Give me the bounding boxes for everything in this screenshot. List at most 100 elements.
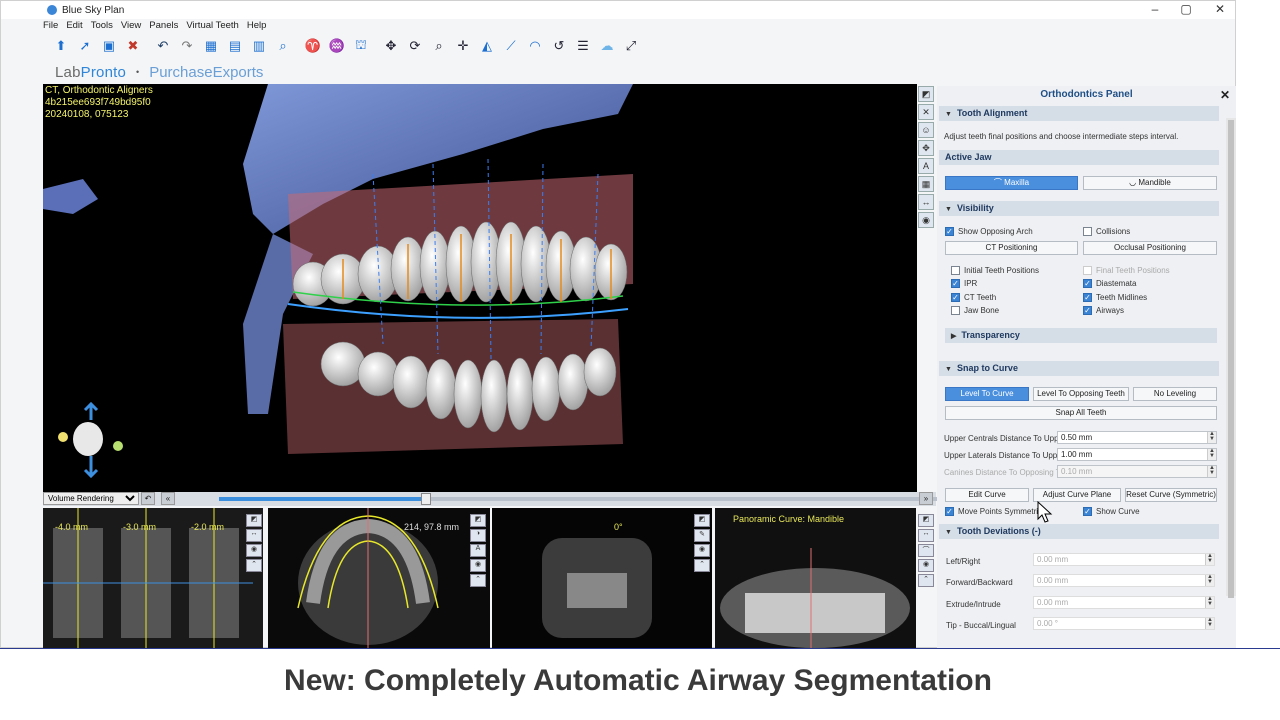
adjust-curve-plane-button[interactable]: Adjust Curve Plane — [1033, 488, 1121, 502]
slider-prev-icon[interactable]: « — [161, 492, 175, 505]
minimize-button[interactable]: – — [1143, 2, 1167, 16]
axial-pane[interactable]: 214, 97.8 mm ◩ ◑ A ◉ ⌃ — [268, 508, 490, 648]
rotate-icon[interactable]: ⟳ — [405, 36, 425, 56]
pano-curve-icon[interactable]: ⌒ — [918, 544, 934, 557]
labpronto-link[interactable]: LabPronto — [55, 64, 126, 81]
menu-help[interactable]: Help — [247, 20, 267, 33]
panel-scrollbar[interactable] — [1226, 118, 1236, 598]
camera-icon[interactable]: ◉ — [918, 212, 934, 228]
teeth-midlines-checkbox[interactable]: ✓ Teeth Midlines — [1083, 293, 1147, 302]
coronal-pen-icon[interactable]: ✎ — [694, 529, 710, 542]
panoramic-pane[interactable]: Panoramic Curve: Mandible — [715, 508, 916, 648]
show-opposing-arch-checkbox[interactable]: ✓ Show Opposing Arch — [945, 227, 1033, 236]
deviation-field[interactable]: 0.00 ° ▲ ▼ — [1033, 617, 1215, 630]
final-teeth-positions-checkbox[interactable]: Final Teeth Positions — [1083, 266, 1170, 275]
axial-mode-icon[interactable]: ◩ — [470, 514, 486, 527]
menu-virtual-teeth[interactable]: Virtual Teeth — [186, 20, 238, 33]
pano-camera-icon[interactable]: ◉ — [918, 559, 934, 572]
move-crosshair-icon[interactable]: ✥ — [381, 36, 401, 56]
layout-icon[interactable]: ▦ — [201, 36, 221, 56]
occlusal-positioning-button[interactable]: Occlusal Positioning — [1083, 241, 1217, 255]
tooth-lock-icon[interactable]: ⛫ — [351, 36, 371, 56]
fullscreen-icon[interactable]: ⤢ — [621, 36, 641, 56]
tooth-icon[interactable]: ♈ — [303, 36, 323, 56]
menu-edit[interactable]: Edit — [66, 20, 82, 33]
slice-slider[interactable] — [219, 493, 959, 505]
pane-mode-icon[interactable]: ◩ — [246, 514, 262, 527]
pan-icon[interactable]: ✛ — [453, 36, 473, 56]
measure-icon[interactable]: ⟋ — [501, 36, 521, 56]
reset-curve-button[interactable]: Reset Curve (Symmetric) — [1125, 488, 1217, 502]
section-transparency[interactable]: ▶ Transparency — [945, 328, 1217, 343]
section-tooth-alignment[interactable]: ▼ Tooth Alignment — [939, 106, 1219, 121]
section-tooth-deviations[interactable]: ▼ Tooth Deviations (-) — [939, 524, 1219, 539]
axial-contrast-icon[interactable]: ◑ — [470, 529, 486, 542]
reset-view-icon[interactable]: ↺ — [549, 36, 569, 56]
diastemata-checkbox[interactable]: ✓ Diastemata — [1083, 279, 1136, 288]
clip-icon[interactable]: ✕ — [918, 104, 934, 120]
annotation-icon[interactable]: A — [918, 158, 934, 174]
render-mode-select[interactable]: Volume Rendering — [43, 492, 139, 505]
ipr-checkbox[interactable]: ✓ IPR — [951, 279, 977, 288]
no-leveling-button[interactable]: No Leveling — [1133, 387, 1217, 401]
close-window-button[interactable]: ✕ — [1208, 2, 1232, 16]
coronal-camera-icon[interactable]: ◉ — [694, 544, 710, 557]
pano-mode-icon[interactable]: ◩ — [918, 514, 934, 527]
canines-field[interactable]: 0.10 mm ▲ ▼ — [1057, 465, 1217, 478]
level-to-opposing-teeth-button[interactable]: Level To Opposing Teeth — [1033, 387, 1129, 401]
angle-icon[interactable]: ◠ — [525, 36, 545, 56]
close-case-icon[interactable]: ✖ — [123, 36, 143, 56]
ruler-icon[interactable]: ▥ — [249, 36, 269, 56]
import-icon[interactable]: ⬆ — [51, 36, 71, 56]
undo-icon[interactable]: ↶ — [153, 36, 173, 56]
menu-view[interactable]: View — [121, 20, 141, 33]
coronal-mode-icon[interactable]: ◩ — [694, 514, 710, 527]
upper-laterals-field[interactable]: 1.00 mm ▲ ▼ — [1057, 448, 1217, 461]
maxilla-button[interactable]: ⌒ Maxilla — [945, 176, 1078, 190]
deviation-field[interactable]: 0.00 mm ▲ ▼ — [1033, 596, 1215, 609]
initial-teeth-positions-checkbox[interactable]: Initial Teeth Positions — [951, 266, 1039, 275]
pane-measure-icon[interactable]: ↔ — [246, 529, 262, 542]
view-mode-icon[interactable]: ◩ — [918, 86, 934, 102]
panel-close-icon[interactable]: ✕ — [1220, 86, 1230, 104]
pano-measure-icon[interactable]: ↔ — [918, 529, 934, 542]
axial-annotate-icon[interactable]: A — [470, 544, 486, 557]
ct-teeth-checkbox[interactable]: ✓ CT Teeth — [951, 293, 996, 302]
section-visibility[interactable]: ▼ Visibility — [939, 201, 1219, 216]
magnifier-icon[interactable]: ⌕ — [273, 36, 293, 56]
3d-view[interactable]: CT, Orthodontic Aligners 4b215ee693f749b… — [43, 84, 917, 492]
histogram-icon[interactable]: ◭ — [477, 36, 497, 56]
snap-all-teeth-button[interactable]: Snap All Teeth — [945, 406, 1217, 420]
save-icon[interactable]: ▣ — [99, 36, 119, 56]
teeth-segment-icon[interactable]: ♒ — [327, 36, 347, 56]
pane-camera-icon[interactable]: ◉ — [246, 544, 262, 557]
pane-up-icon[interactable]: ⌃ — [246, 559, 262, 572]
menu-panels[interactable]: Panels — [149, 20, 178, 33]
axial-up-icon[interactable]: ⌃ — [470, 574, 486, 587]
cross-section-pane[interactable]: -4.0 mm -3.0 mm -2.0 mm ◩ ↔ ◉ ⌃ — [43, 508, 263, 648]
cloud-icon[interactable]: ☁ — [597, 36, 617, 56]
section-snap-to-curve[interactable]: ▼ Snap to Curve — [939, 361, 1219, 376]
deviation-field[interactable]: 0.00 mm ▲ ▼ — [1033, 574, 1215, 587]
edit-curve-button[interactable]: Edit Curve — [945, 488, 1029, 502]
slider-next-icon[interactable]: » — [919, 492, 933, 505]
deviation-field[interactable]: 0.00 mm ▲ ▼ — [1033, 553, 1215, 566]
jaw-bone-checkbox[interactable]: Jaw Bone — [951, 306, 999, 315]
redo-icon[interactable]: ↷ — [177, 36, 197, 56]
screenshot-icon[interactable]: ▤ — [225, 36, 245, 56]
settings-sliders-icon[interactable]: ☰ — [573, 36, 593, 56]
pano-up-icon[interactable]: ⌃ — [918, 574, 934, 587]
coronal-up-icon[interactable]: ⌃ — [694, 559, 710, 572]
ct-positioning-button[interactable]: CT Positioning — [945, 241, 1078, 255]
zoom-icon[interactable]: ⌕ — [429, 36, 449, 56]
level-to-curve-button[interactable]: Level To Curve — [945, 387, 1029, 401]
slice-slider-thumb[interactable] — [421, 493, 432, 505]
airways-checkbox[interactable]: ✓ Airways — [1083, 306, 1124, 315]
show-curve-checkbox[interactable]: ✓ Show Curve — [1083, 507, 1140, 516]
menu-tools[interactable]: Tools — [91, 20, 113, 33]
menu-file[interactable]: File — [43, 20, 58, 33]
collisions-checkbox[interactable]: Collisions — [1083, 227, 1130, 236]
maximize-button[interactable]: ▢ — [1174, 2, 1198, 16]
move-points-symmetric-checkbox[interactable]: ✓ Move Points Symmetric — [945, 507, 1042, 516]
grid-icon[interactable]: ▦ — [918, 176, 934, 192]
